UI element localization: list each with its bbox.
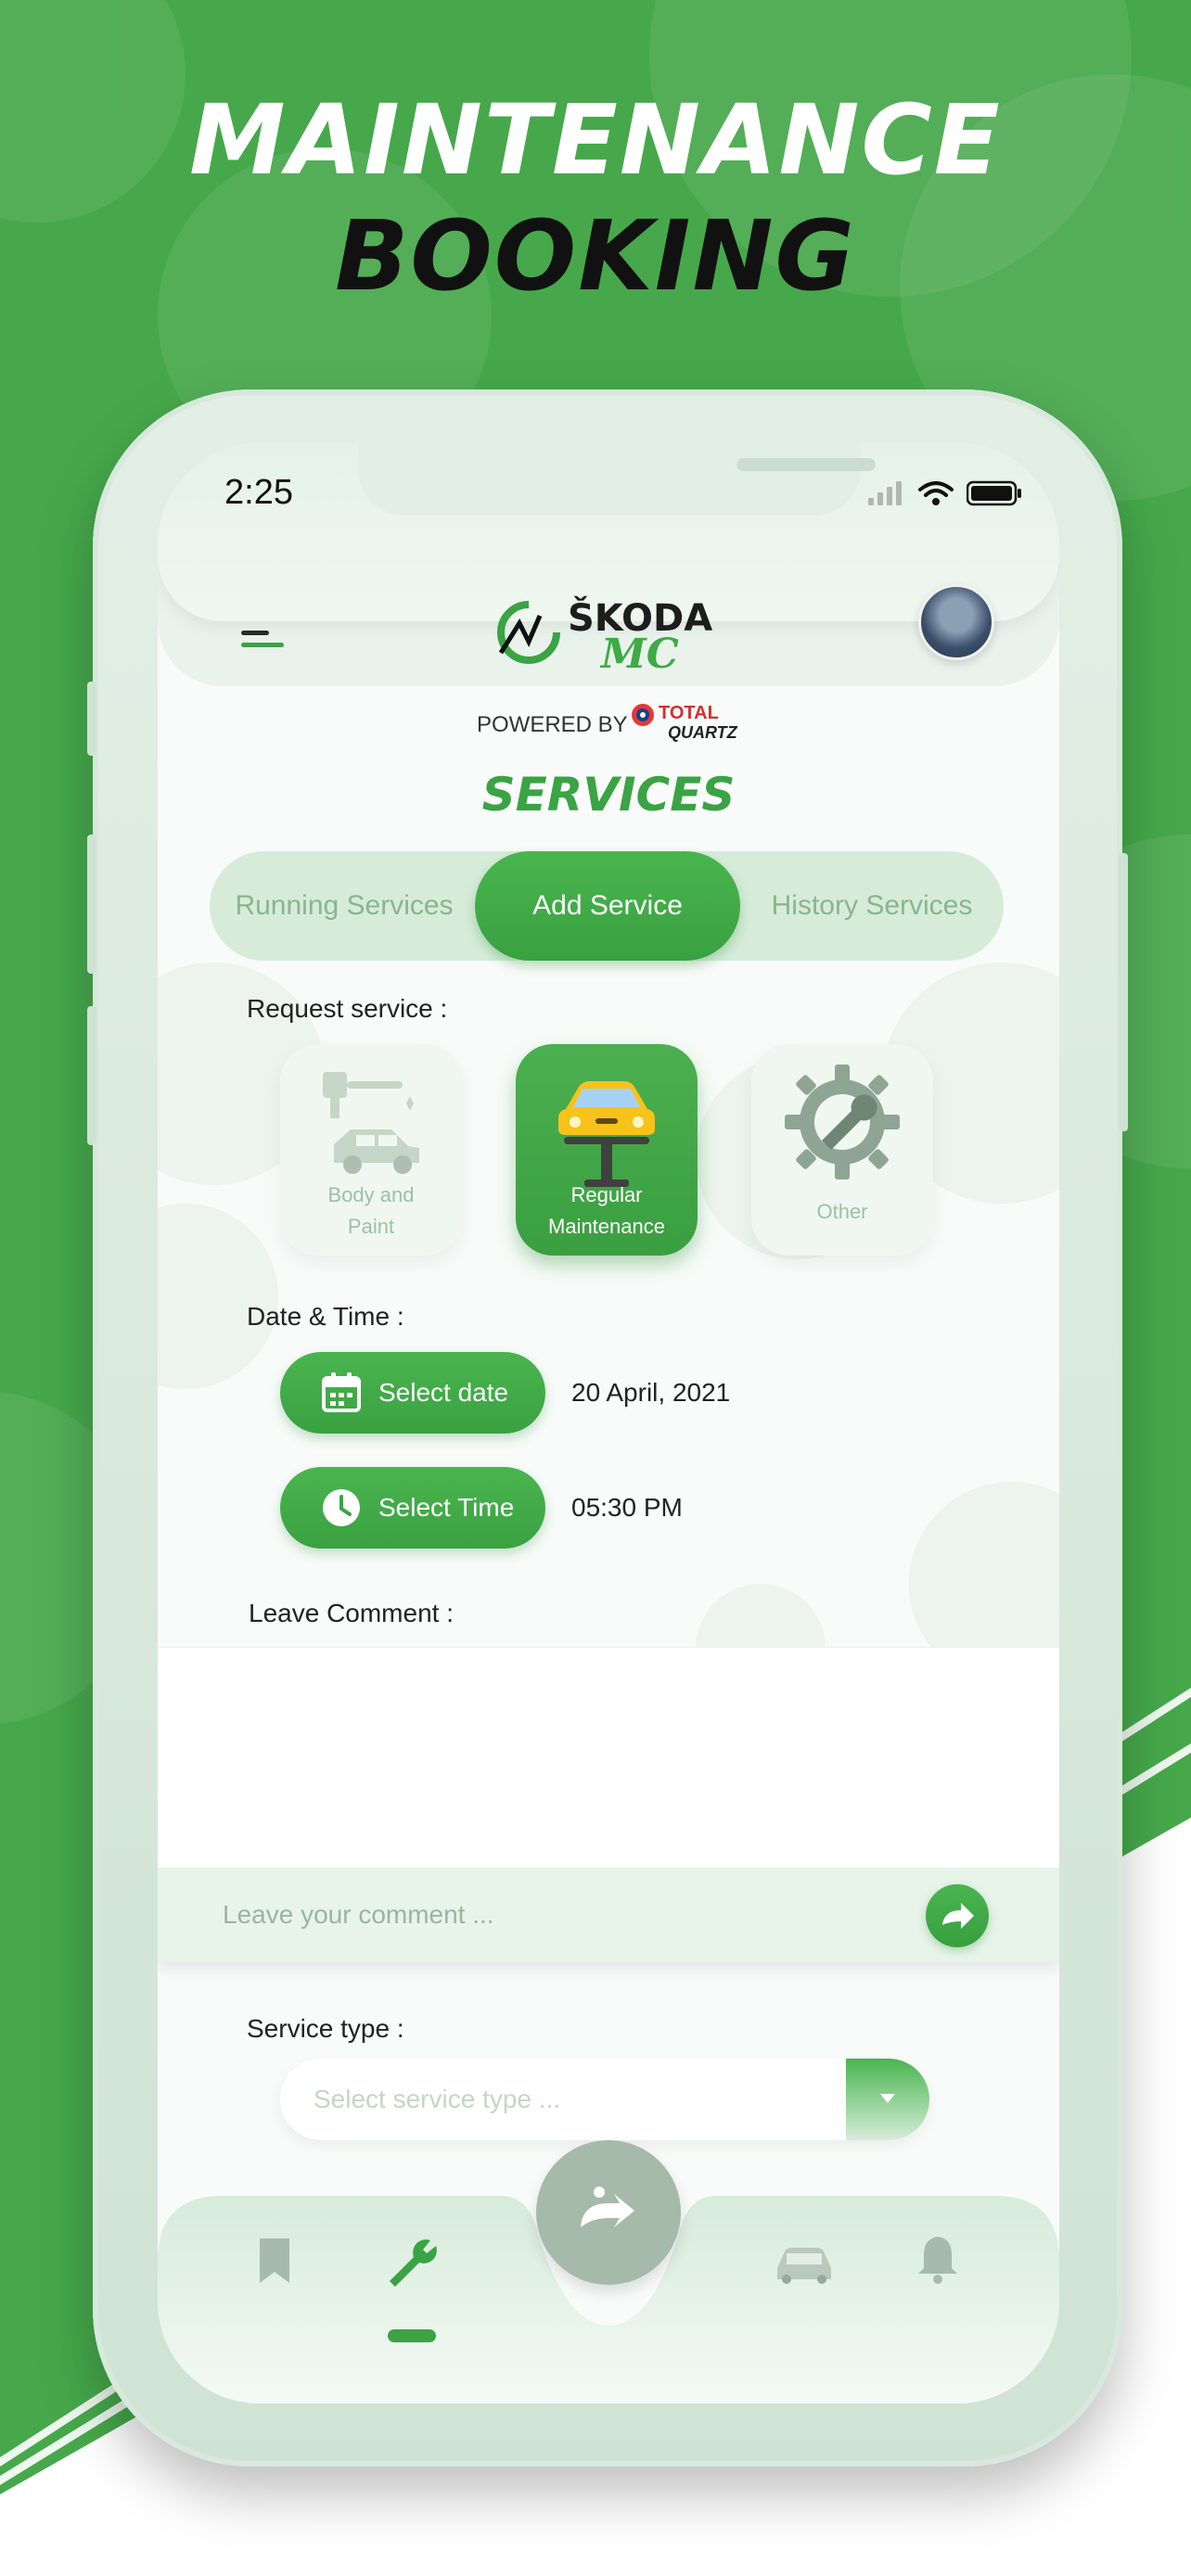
bell-icon[interactable] <box>915 2233 961 2285</box>
leave-comment-label: Leave Comment : <box>249 1599 454 1627</box>
date-value: 20 April, 2021 <box>571 1378 731 1407</box>
skoda-mc-logo: ŠKODA MC <box>482 592 742 678</box>
status-time: 2:25 <box>224 473 293 512</box>
comment-bar <box>158 1868 1059 1962</box>
select-date-button[interactable]: Select date <box>280 1352 545 1434</box>
time-value: 05:30 PM <box>571 1493 683 1522</box>
volume-up-button <box>87 835 96 974</box>
chevron-down-icon <box>880 2094 895 2103</box>
avatar[interactable] <box>918 584 994 660</box>
battery-icon <box>967 480 1021 506</box>
phone-notch <box>358 443 876 516</box>
car-lift-icon <box>558 1081 655 1187</box>
skoda-home-button[interactable] <box>536 2140 681 2285</box>
total-logo-icon <box>632 704 654 726</box>
date-time-label: Date & Time : <box>247 1302 404 1331</box>
wrench-icon[interactable] <box>384 2235 440 2290</box>
tab-history-services[interactable]: History Services <box>740 851 1004 961</box>
select-time-label: Select Time <box>378 1493 515 1522</box>
tab-add-service[interactable]: Add Service <box>475 851 740 961</box>
service-option-regular-maintenance[interactable]: Regular Maintenance <box>516 1044 698 1256</box>
dropdown-toggle[interactable] <box>846 2059 929 2140</box>
service-option-label: Regular <box>570 1183 643 1206</box>
gear-wrench-icon <box>785 1065 900 1180</box>
request-service-label: Request service : <box>247 994 448 1023</box>
logo-swirl-icon <box>497 601 560 664</box>
tab-running-services[interactable]: Running Services <box>210 851 479 961</box>
logo-sub: MC <box>601 631 679 678</box>
sponsor-bottom: QUARTZ <box>668 723 737 742</box>
nav-active-indicator <box>388 2329 436 2342</box>
service-option-label: Other <box>816 1200 868 1223</box>
service-option-label: Paint <box>347 1215 395 1238</box>
headline-booking: BOOKING <box>335 199 856 312</box>
menu-icon[interactable] <box>241 631 284 655</box>
sponsor-top: TOTAL <box>659 703 719 723</box>
bookmark-icon[interactable] <box>256 2237 293 2285</box>
mute-switch <box>87 682 96 756</box>
volume-down-button <box>87 1006 96 1145</box>
service-type-select[interactable]: Select service type ... <box>280 2059 929 2140</box>
service-option-label: Body and <box>327 1183 415 1206</box>
app-screen: 2:25 ŠKODA MC POWERED BY TOTAL QUARTZ SE… <box>158 443 1059 2404</box>
service-option-other[interactable]: Other <box>751 1044 933 1256</box>
wifi-icon <box>918 481 954 505</box>
car-icon[interactable] <box>772 2240 837 2285</box>
comment-area <box>158 1647 1059 1868</box>
signal-icon <box>868 481 902 505</box>
status-icons <box>868 480 1022 506</box>
power-button <box>1119 853 1128 1131</box>
send-arrow-icon <box>942 1903 974 1929</box>
service-type-label: Service type : <box>247 2014 404 2043</box>
select-date-label: Select date <box>378 1378 509 1407</box>
service-option-label: Maintenance <box>548 1215 665 1238</box>
page-title: SERVICES <box>481 768 736 822</box>
car-paint-icon <box>323 1072 419 1174</box>
headline-maintenance: MAINTENANCE <box>189 83 1002 197</box>
clock-icon <box>323 1489 360 1526</box>
service-tabs: Running Services Add Service History Ser… <box>210 851 1004 961</box>
skoda-logo-icon <box>581 2187 634 2227</box>
service-type-placeholder: Select service type ... <box>314 2085 561 2113</box>
comment-input[interactable] <box>223 1894 928 1936</box>
send-comment-button[interactable] <box>926 1884 989 1947</box>
select-time-button[interactable]: Select Time <box>280 1467 545 1549</box>
service-option-body-paint[interactable]: Body and Paint <box>280 1044 462 1256</box>
calendar-icon <box>322 1372 361 1412</box>
powered-by-label: POWERED BY <box>477 712 628 737</box>
